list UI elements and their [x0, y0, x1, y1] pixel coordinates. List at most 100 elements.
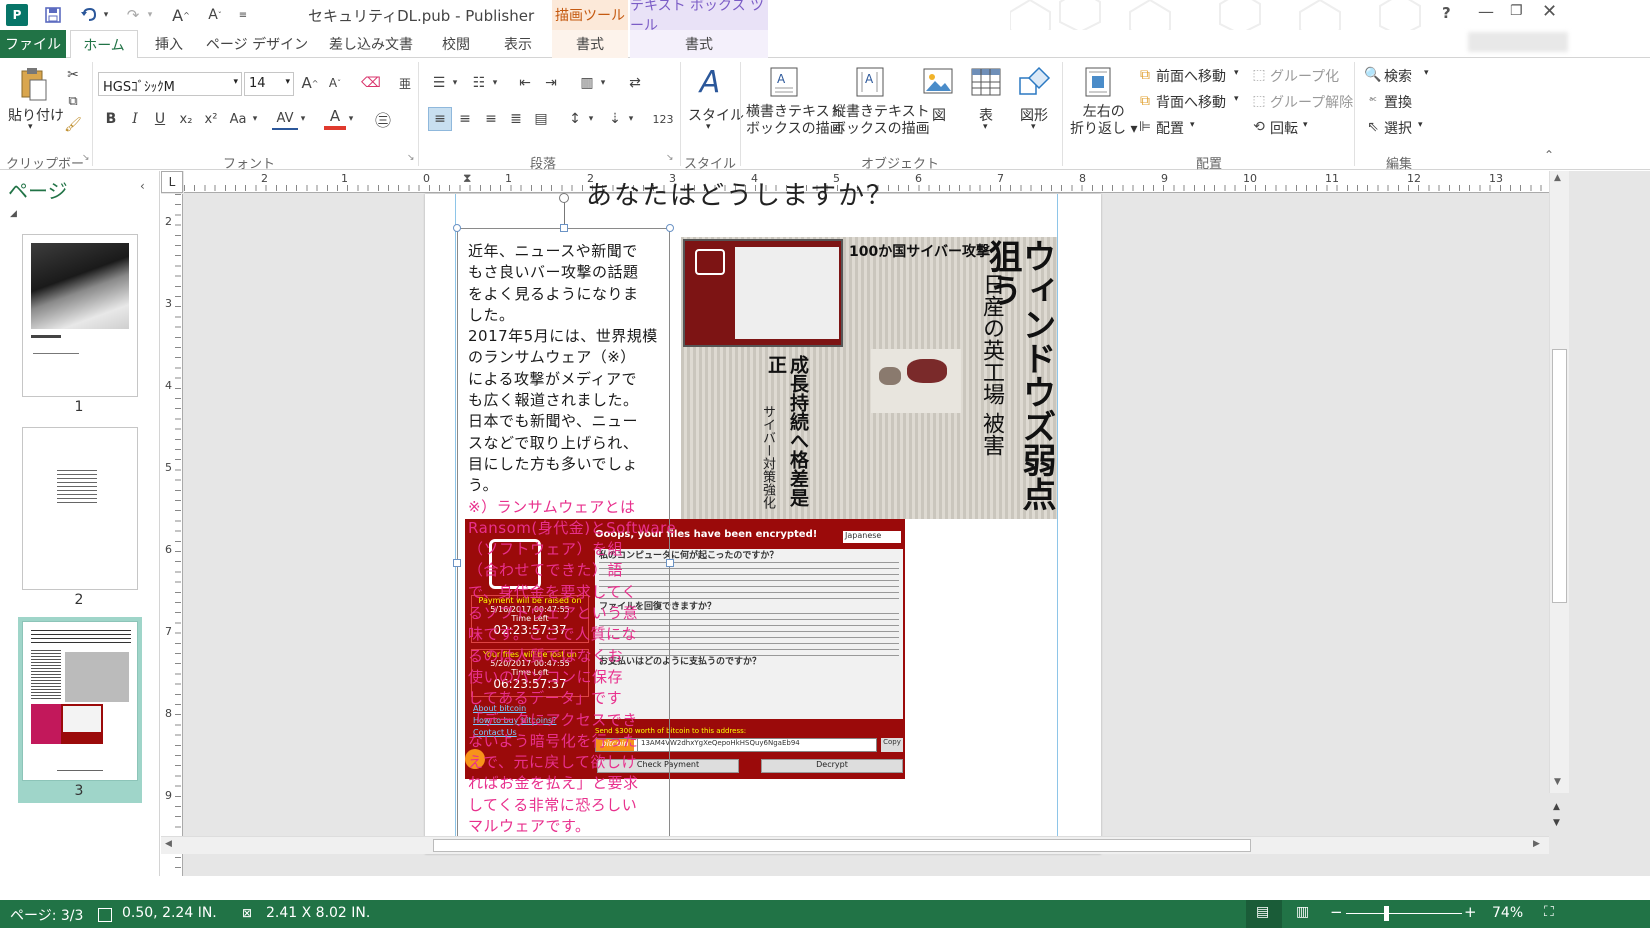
distributed-icon[interactable]: ▤ [530, 108, 552, 130]
chevron-down-icon[interactable]: ▾ [450, 72, 460, 94]
vertical-scrollbar[interactable]: ▲ ▼ [1549, 171, 1569, 793]
font-launcher-icon[interactable]: ↘ [407, 153, 415, 163]
wrap-text-icon[interactable] [1080, 64, 1116, 100]
selected-textbox[interactable]: 近年、ニュースや新聞で もさ良いバー攻撃の話題 をよく見るようになりま した。 2017… [457, 228, 676, 838]
resize-handle[interactable] [453, 224, 461, 232]
page-thumbnail-3[interactable] [22, 621, 138, 781]
format-painter-icon[interactable]: 🖌 [62, 114, 84, 136]
send-backward-icon[interactable]: ⧉ [1136, 92, 1154, 110]
italic-button[interactable]: I [126, 108, 144, 130]
chevron-down-icon[interactable]: ▾ [250, 108, 260, 130]
zoom-slider-track[interactable] [1346, 913, 1462, 914]
chevron-down-icon[interactable]: ▾ [626, 108, 636, 130]
chevron-down-icon[interactable]: ▾ [586, 108, 596, 130]
picture-icon[interactable] [920, 64, 956, 100]
tab-textbox-format[interactable]: 書式 [630, 30, 768, 58]
resize-handle[interactable] [560, 224, 568, 232]
page-nav-buttons[interactable]: ▲ ▼ [1553, 799, 1560, 831]
scroll-down-icon[interactable]: ▼ [1554, 777, 1561, 787]
underline-button[interactable]: U [151, 108, 169, 130]
ransom-address-field[interactable]: 13AM4VW2dhxYgXeQepoHkHSQuy6NgaEb94 [637, 738, 877, 752]
undo-dropdown-icon[interactable]: ▾ [100, 4, 112, 26]
align-right-icon[interactable]: ≡ [480, 108, 502, 130]
change-case-button[interactable]: Aa [226, 108, 250, 130]
rotation-handle[interactable] [559, 193, 569, 203]
bring-forward-button[interactable]: 前面へ移動 [1156, 66, 1226, 86]
tab-page-design[interactable]: ページ デザイン [204, 30, 310, 58]
horizontal-textbox-label[interactable]: 横書きテキスト ボックスの描画 [746, 104, 844, 138]
status-page[interactable]: ページ: 3/3 [10, 905, 83, 925]
ruler-corner-tab-selector[interactable]: L [161, 171, 183, 193]
align-center-icon[interactable]: ≡ [454, 108, 476, 130]
font-size-select[interactable]: 14 ▾ [244, 72, 294, 96]
ungroup-button[interactable]: グループ解除 [1270, 92, 1353, 112]
chevron-down-icon[interactable]: ▾ [1031, 122, 1036, 132]
tab-view[interactable]: 表示 [494, 30, 542, 58]
font-name-select[interactable]: HGSｺﾞｼｯｸM ▾ [98, 72, 242, 96]
chevron-down-icon[interactable]: ▾ [1303, 120, 1308, 130]
font-color-button[interactable]: A [324, 106, 346, 130]
rotate-icon[interactable]: ⟲ [1250, 118, 1268, 136]
paragraph-launcher-icon[interactable]: ↘ [666, 153, 674, 163]
align-button[interactable]: 配置 [1156, 118, 1184, 138]
wrap-text-label[interactable]: 左右の 折り返し ▾ [1070, 104, 1137, 138]
find-icon[interactable]: 🔍 [1364, 66, 1382, 84]
redo-icon[interactable]: ↷ [122, 4, 144, 26]
grow-font-button[interactable]: A ^ [300, 72, 320, 94]
tab-review[interactable]: 校閲 [432, 30, 480, 58]
publisher-app-icon[interactable]: P [6, 4, 28, 26]
collapse-pane-icon[interactable]: ‹ [140, 179, 145, 193]
shapes-icon[interactable] [1016, 64, 1052, 100]
tab-insert[interactable]: 挿入 [144, 30, 194, 58]
two-page-view-icon[interactable]: ▥ [1296, 904, 1309, 920]
bring-forward-icon[interactable]: ⧉ [1136, 66, 1154, 84]
document-canvas[interactable]: L 2 1 0 1 2 3 4 5 6 7 8 9 10 11 12 13 23456789 ⧗ あなたはどう… [161, 171, 1650, 876]
character-border-icon[interactable]: ㊂ [372, 108, 394, 130]
account-name[interactable] [1468, 32, 1568, 52]
textbox-content[interactable]: 近年、ニュースや新聞で もさ良いバー攻撃の話題 をよく見るようになりま した。 2017… [468, 241, 676, 837]
minimize-button[interactable]: — [1478, 2, 1494, 21]
paste-label[interactable]: 貼り付け [8, 105, 64, 125]
customize-qat-icon[interactable]: ≡ [232, 4, 254, 26]
ransom-language-select[interactable]: Japanese [843, 531, 901, 543]
text-direction-icon[interactable]: ⇄ [624, 72, 646, 94]
paste-icon[interactable] [14, 66, 52, 102]
find-button[interactable]: 検索 [1384, 66, 1412, 86]
tab-mailings[interactable]: 差し込み文書 [320, 30, 422, 58]
chevron-down-icon[interactable]: ▾ [1234, 94, 1239, 104]
decrease-font-icon[interactable]: Aˇ [204, 4, 226, 26]
section-collapse-icon[interactable]: ◢ [10, 209, 17, 219]
page-thumbnail-2[interactable] [22, 427, 138, 590]
resize-handle[interactable] [666, 224, 674, 232]
bullets-icon[interactable]: ☰ [428, 72, 450, 94]
picture-label[interactable]: 図 [932, 105, 946, 125]
decrease-indent-icon[interactable]: ⇤ [514, 72, 536, 94]
clear-formatting-icon[interactable]: ⌫ [360, 72, 382, 94]
horizontal-scroll-thumb[interactable] [433, 839, 1251, 852]
cut-icon[interactable]: ✂ [62, 64, 84, 86]
shrink-font-button[interactable]: Aˇ [325, 72, 345, 94]
increase-font-icon[interactable]: A ^ [170, 4, 192, 26]
collapse-ribbon-icon[interactable]: ⌃ [1544, 148, 1554, 162]
zoom-out-button[interactable]: − [1330, 903, 1343, 921]
tab-home[interactable]: ホーム [70, 30, 138, 59]
zoom-slider-thumb[interactable] [1384, 906, 1389, 921]
styles-button[interactable]: スタイル [688, 105, 744, 125]
save-icon[interactable] [42, 4, 64, 26]
paste-dropdown-icon[interactable]: ▾ [28, 122, 33, 132]
select-button[interactable]: 選択 [1384, 118, 1412, 138]
tab-drawing-format[interactable]: 書式 [552, 30, 628, 58]
zoom-in-button[interactable]: + [1464, 903, 1477, 921]
tab-file[interactable]: ファイル [0, 30, 66, 58]
group-button[interactable]: グループ化 [1270, 66, 1339, 86]
chevron-down-icon[interactable]: ▾ [706, 122, 711, 132]
select-icon[interactable]: ⇖ [1364, 118, 1382, 136]
resize-handle[interactable] [666, 559, 674, 567]
subscript-button[interactable]: x₂ [176, 108, 196, 130]
bold-button[interactable]: B [102, 108, 120, 130]
number-format-button[interactable]: 123 [650, 108, 676, 130]
vertical-textbox-icon[interactable]: A [852, 64, 888, 100]
chevron-down-icon[interactable]: ▾ [598, 72, 608, 94]
chevron-down-icon[interactable]: ▾ [346, 108, 356, 130]
line-spacing-icon[interactable]: ↕ [564, 108, 586, 130]
